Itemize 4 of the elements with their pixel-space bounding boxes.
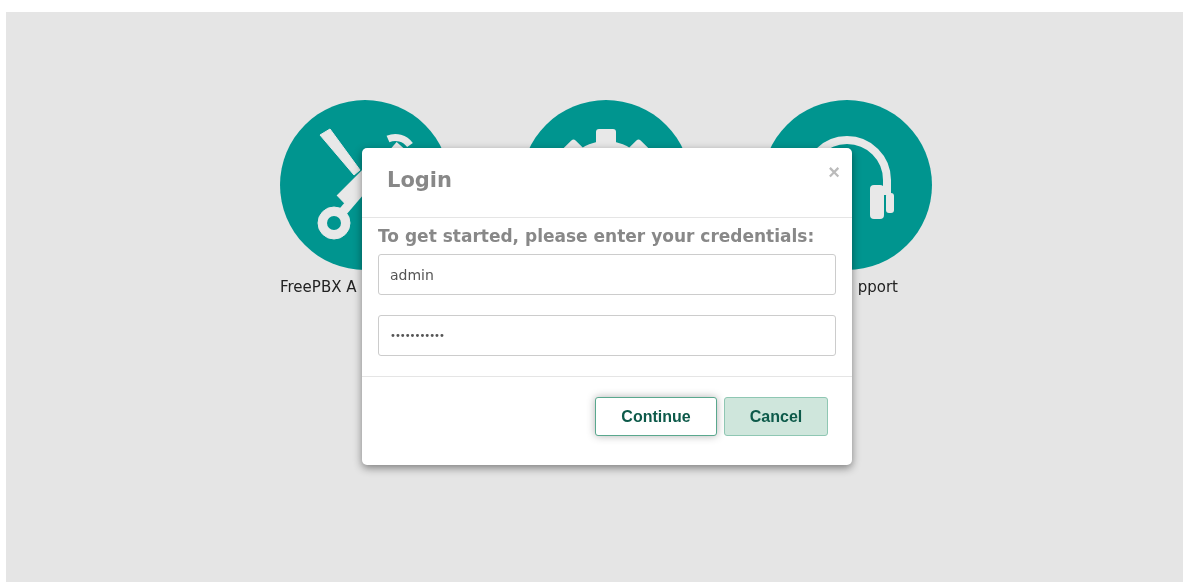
tile-label: FreePBX A [280,278,357,296]
prompt-text: To get started, please enter your credentials: [378,226,816,246]
dialog-title: Login [387,168,452,194]
tile-label: pport [857,278,899,296]
